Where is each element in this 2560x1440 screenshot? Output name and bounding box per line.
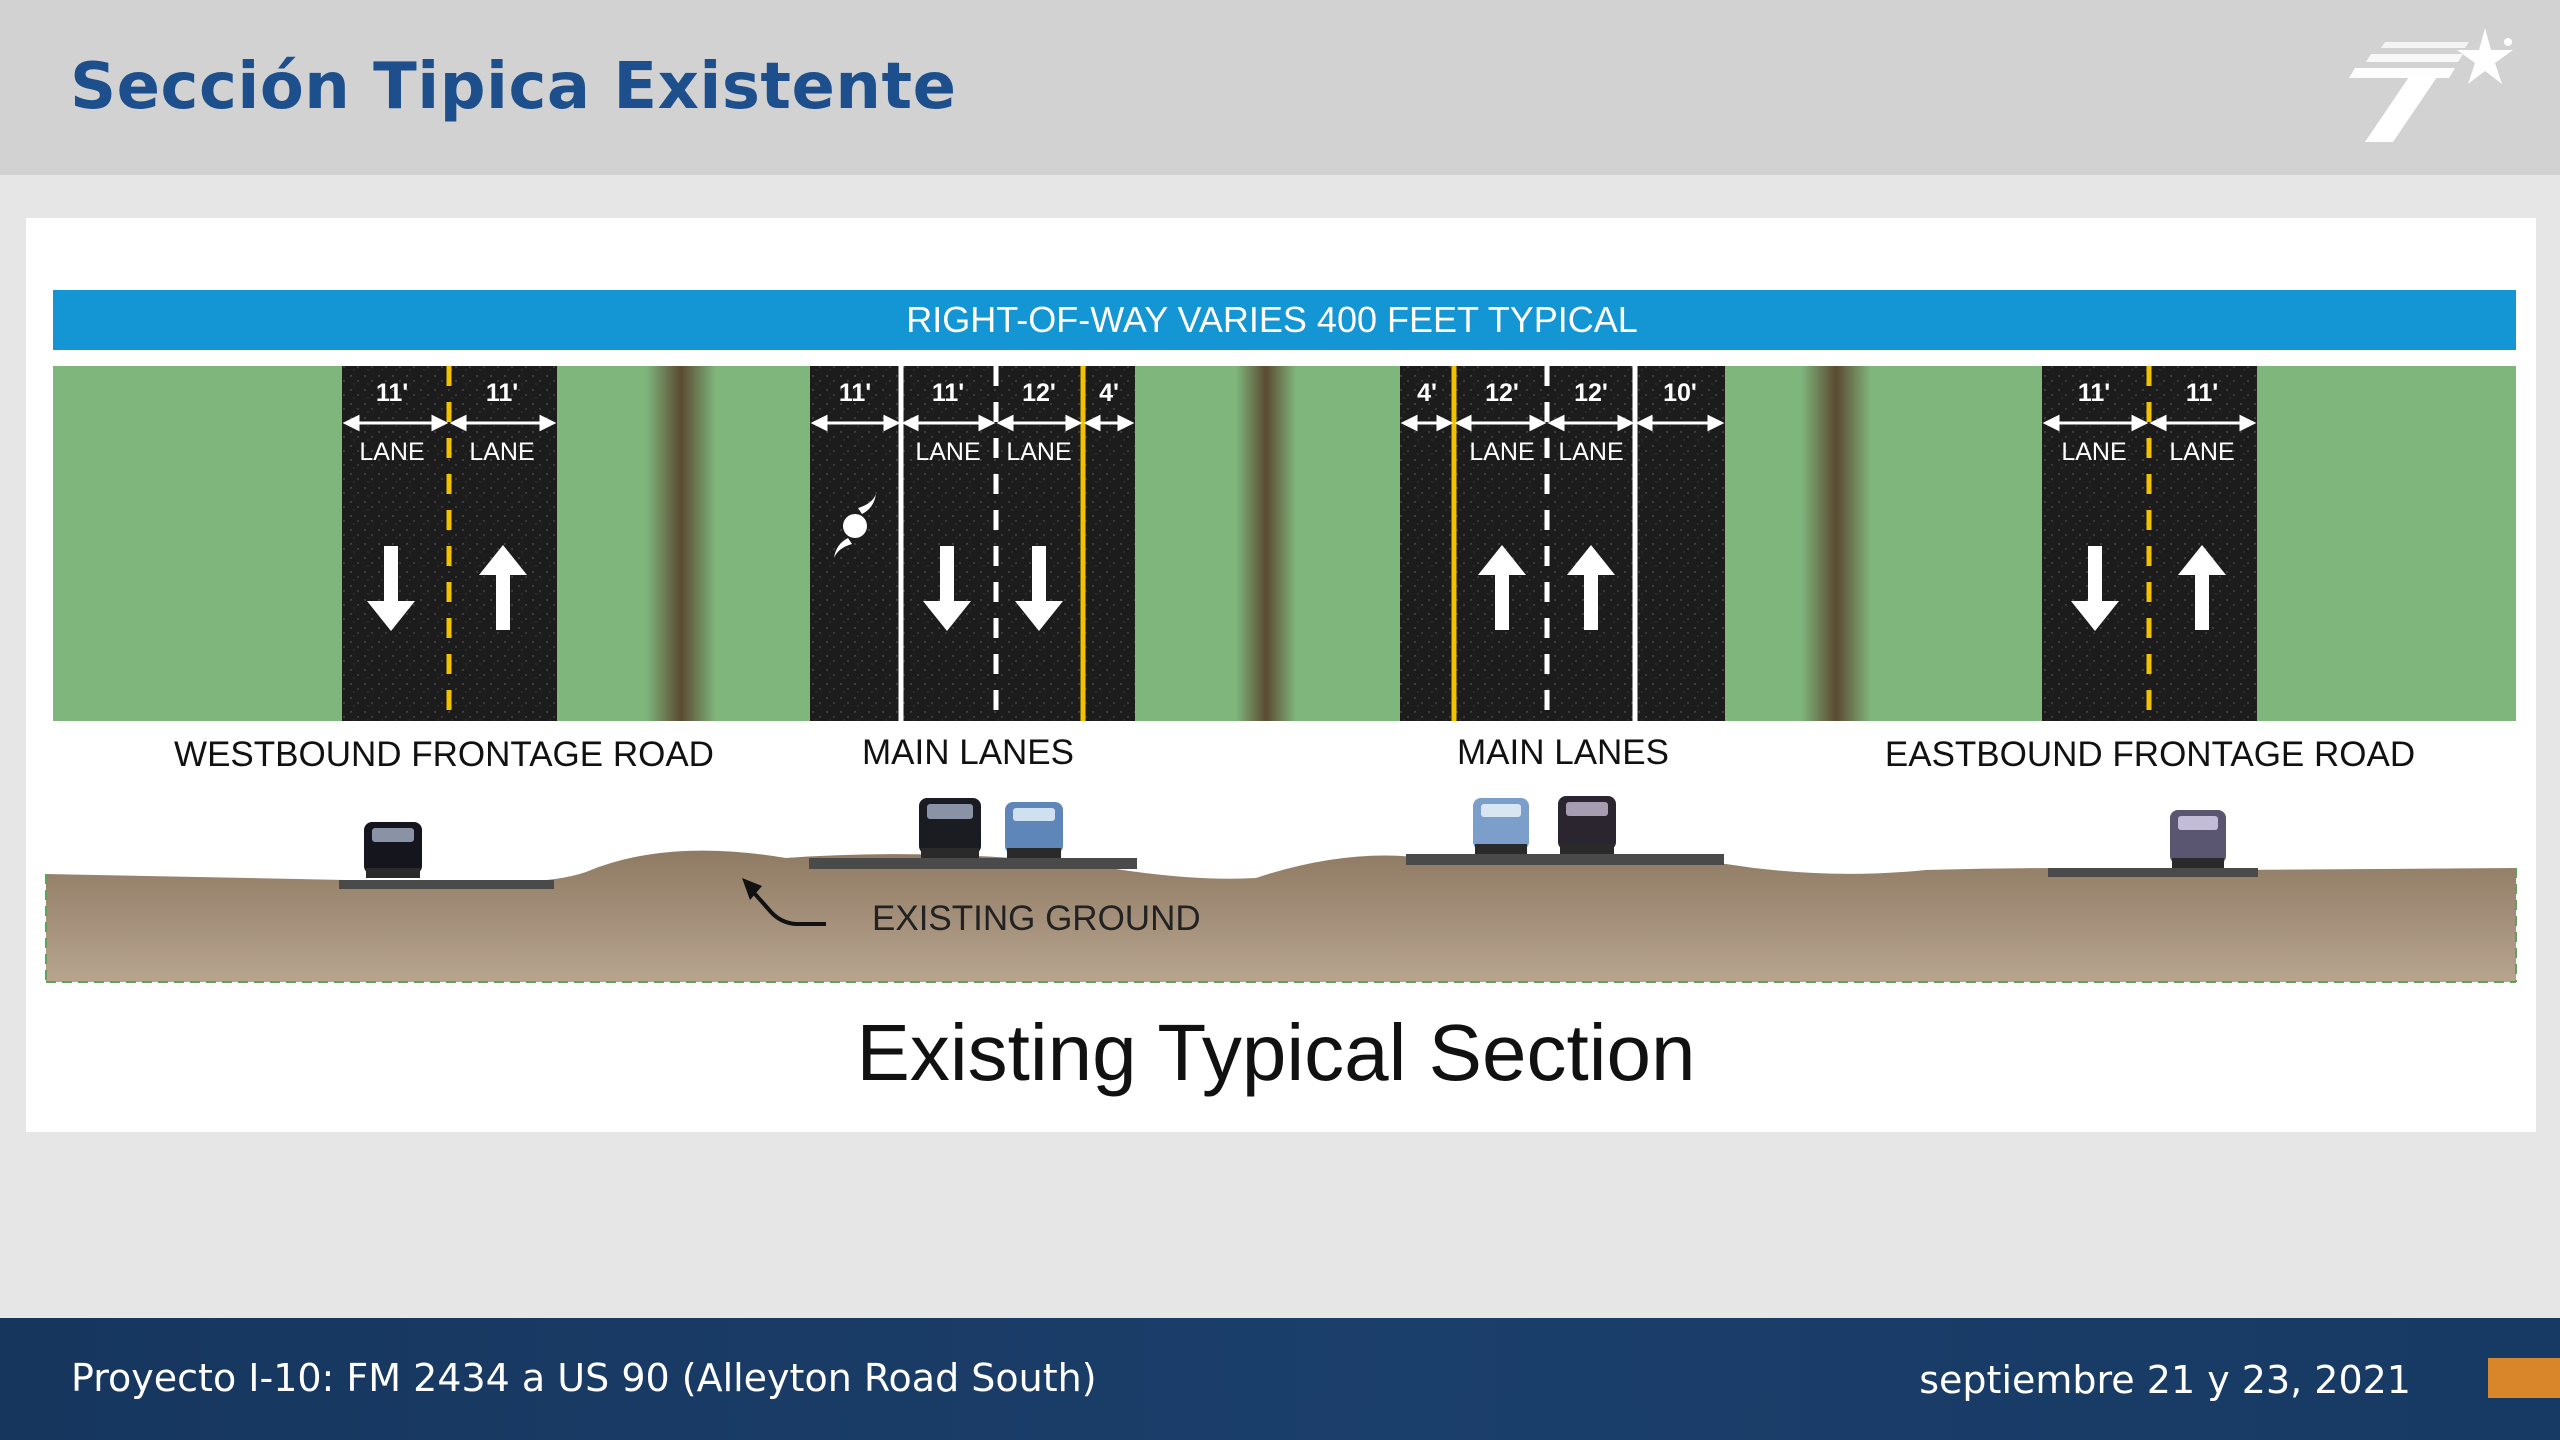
section-label-eastbound-frontage-road: EASTBOUND FRONTAGE ROAD — [1885, 735, 2415, 774]
slide-footer: Proyecto I-10: FM 2434 a US 90 (Alleyton… — [0, 1318, 2560, 1440]
dim-label: 10' — [1663, 379, 1697, 407]
vehicle-icon — [364, 822, 422, 878]
lane-label: LANE — [2061, 438, 2126, 466]
accent-tab — [2488, 1358, 2560, 1398]
dim-label: 12' — [1574, 379, 1608, 407]
ditch-east — [1801, 366, 1871, 721]
vehicle-icon — [1558, 796, 1616, 854]
eastbound-frontage-road-pavement — [2042, 366, 2257, 721]
section-label-main-lanes-east: MAIN LANES — [1457, 733, 1669, 772]
lane-label: LANE — [915, 438, 980, 466]
section-label-westbound-frontage-road: WESTBOUND FRONTAGE ROAD — [174, 735, 714, 774]
meeting-date: septiembre 21 y 23, 2021 — [1919, 1358, 2411, 1402]
dim-label: 4' — [1099, 379, 1119, 407]
road-slab — [339, 880, 554, 889]
vehicle-icon — [919, 798, 981, 858]
section-label-main-lanes-west: MAIN LANES — [862, 733, 1074, 772]
lane-label: LANE — [469, 438, 534, 466]
ditch-west — [646, 366, 716, 721]
main-lanes-west-pavement — [810, 366, 1135, 721]
ground-label: EXISTING GROUND — [872, 899, 1201, 938]
banner-text: RIGHT-OF-WAY VARIES 400 FEET TYPICAL — [906, 299, 1638, 340]
lane-label: LANE — [1558, 438, 1623, 466]
vehicle-icon — [1005, 802, 1063, 858]
dim-label: 11' — [486, 379, 518, 407]
slide-header: Sección Tipica Existente — [0, 0, 2560, 175]
dim-label: 12' — [1022, 379, 1056, 407]
lane-label: LANE — [1006, 438, 1071, 466]
cross-section-diagram: RIGHT-OF-WAY VARIES 400 FEET TYPICAL 11'… — [45, 290, 2517, 1097]
lane-label: LANE — [359, 438, 424, 466]
road-slab — [1406, 854, 1724, 865]
lane-label: LANE — [2169, 438, 2234, 466]
road-slab — [2048, 868, 2258, 877]
lane-label: LANE — [1469, 438, 1534, 466]
dim-label: 4' — [1417, 379, 1437, 407]
ditch-median — [1236, 366, 1296, 721]
project-name: Proyecto I-10: FM 2434 a US 90 (Alleyton… — [71, 1356, 1097, 1400]
dim-label: 11' — [2186, 379, 2218, 407]
vehicle-icon — [1473, 798, 1529, 854]
dim-label: 11' — [2078, 379, 2110, 407]
westbound-frontage-road-pavement — [342, 366, 557, 721]
diagram-panel: RIGHT-OF-WAY VARIES 400 FEET TYPICAL 11'… — [26, 218, 2536, 1132]
road-slab — [809, 858, 1137, 869]
page-title: Sección Tipica Existente — [70, 50, 957, 124]
dim-label: 11' — [839, 379, 871, 407]
diagram-caption: Existing Typical Section — [857, 1008, 1696, 1097]
dim-label: 11' — [376, 379, 408, 407]
dim-label: 12' — [1485, 379, 1519, 407]
txdot-star-logo-icon — [2349, 28, 2513, 142]
dim-label: 11' — [932, 379, 964, 407]
vehicle-icon — [2170, 810, 2226, 868]
